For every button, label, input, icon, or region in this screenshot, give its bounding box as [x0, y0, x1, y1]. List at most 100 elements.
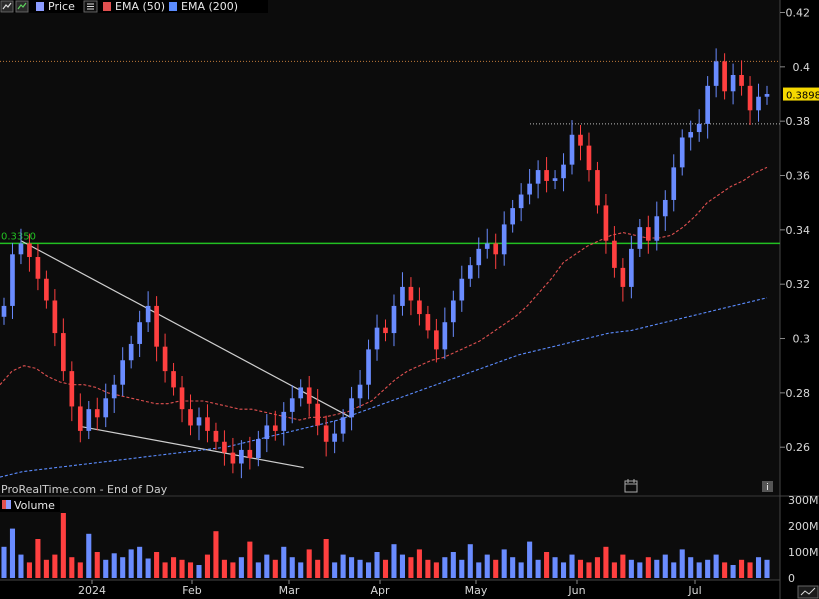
candle-body[interactable] [357, 384, 363, 399]
volume-bar[interactable] [162, 562, 168, 578]
candle-body[interactable] [145, 305, 151, 323]
candle-body[interactable] [332, 433, 337, 442]
volume-bar[interactable] [332, 562, 338, 578]
volume-bar[interactable] [645, 557, 651, 578]
candle-body[interactable] [603, 205, 609, 241]
volume-bar[interactable] [374, 552, 380, 578]
candle-body[interactable] [442, 322, 448, 350]
ema50-legend-label[interactable]: EMA (50) [115, 0, 165, 13]
candle-body[interactable] [569, 134, 575, 165]
volume-bar[interactable] [722, 562, 728, 578]
candle-body[interactable] [679, 137, 685, 168]
candle-body[interactable] [425, 314, 431, 331]
volume-bar[interactable] [510, 557, 516, 578]
volume-bar[interactable] [518, 562, 524, 578]
volume-bar[interactable] [433, 562, 439, 578]
volume-bar[interactable] [52, 554, 58, 578]
volume-bar[interactable] [527, 541, 533, 578]
volume-bar[interactable] [755, 557, 762, 578]
volume-bar[interactable] [493, 559, 499, 578]
candle-body[interactable] [535, 170, 541, 184]
candle-body[interactable] [154, 305, 159, 347]
candle-body[interactable] [247, 449, 253, 459]
candle-body[interactable] [764, 94, 770, 97]
volume-bar[interactable] [467, 544, 473, 578]
candle-body[interactable] [18, 243, 24, 255]
volume-bar[interactable] [323, 539, 329, 578]
candle-body[interactable] [688, 132, 694, 138]
volume-bar[interactable] [103, 559, 109, 578]
candle-body[interactable] [77, 406, 83, 431]
volume-bar[interactable] [179, 559, 185, 578]
candle-body[interactable] [467, 265, 473, 279]
volume-bar[interactable] [247, 541, 253, 578]
candle-body[interactable] [196, 417, 202, 426]
ema200-legend-label[interactable]: EMA (200) [181, 0, 238, 13]
candle-body[interactable] [374, 327, 380, 350]
candle-body[interactable] [620, 267, 626, 287]
volume-bar[interactable] [145, 558, 151, 579]
volume-bar[interactable] [459, 559, 465, 578]
candle-body[interactable] [400, 286, 405, 306]
refresh-icon[interactable] [15, 0, 29, 13]
volume-bar[interactable] [730, 565, 736, 578]
volume-bar[interactable] [230, 562, 236, 578]
volume-bar[interactable] [620, 554, 626, 578]
volume-bar[interactable] [171, 557, 177, 578]
volume-bar[interactable] [213, 531, 219, 578]
volume-bar[interactable] [69, 557, 75, 578]
candle-body[interactable] [61, 333, 66, 372]
candle-body[interactable] [544, 170, 549, 181]
candle-body[interactable] [35, 257, 41, 279]
candle-body[interactable] [315, 403, 321, 426]
volume-bar[interactable] [544, 552, 550, 578]
volume-bar[interactable] [204, 554, 211, 578]
candle-body[interactable] [561, 164, 566, 179]
candle-body[interactable] [552, 178, 558, 181]
candle-body[interactable] [281, 411, 287, 431]
info-icon[interactable]: i [762, 481, 773, 493]
volume-bar[interactable] [594, 557, 600, 578]
volume-bar[interactable] [43, 559, 49, 578]
candle-body[interactable] [256, 439, 261, 459]
volume-bar[interactable] [289, 557, 295, 578]
candle-body[interactable] [417, 300, 422, 315]
volume-bar[interactable] [128, 549, 134, 578]
volume-bar[interactable] [35, 539, 41, 578]
candle-body[interactable] [662, 199, 668, 217]
volume-bar[interactable] [637, 562, 643, 578]
candle-body[interactable] [188, 409, 193, 426]
volume-bar[interactable] [77, 562, 83, 578]
volume-bar[interactable] [408, 557, 414, 578]
candle-body[interactable] [459, 278, 465, 301]
price-legend-label[interactable]: Price [48, 0, 75, 13]
candle-body[interactable] [586, 145, 592, 171]
volume-bar[interactable] [94, 552, 100, 578]
volume-bar[interactable] [281, 546, 287, 578]
candle-body[interactable] [111, 384, 117, 399]
candle-body[interactable] [137, 322, 142, 344]
volume-bar[interactable] [688, 557, 694, 578]
volume-bar[interactable] [560, 562, 567, 578]
candle-body[interactable] [239, 449, 244, 464]
candle-body[interactable] [289, 398, 295, 412]
candle-body[interactable] [637, 227, 643, 249]
volume-bar[interactable] [611, 562, 617, 578]
volume-bar[interactable] [154, 552, 160, 578]
volume-bar[interactable] [187, 562, 194, 578]
candle-body[interactable] [205, 417, 210, 431]
candle-body[interactable] [527, 183, 532, 195]
volume-bar[interactable] [450, 552, 456, 578]
candle-body[interactable] [722, 61, 727, 92]
volume-bar[interactable] [272, 559, 278, 578]
settings-icon[interactable] [0, 0, 14, 13]
candle-body[interactable] [408, 286, 414, 301]
candle-body[interactable] [272, 425, 278, 431]
volume-bar[interactable] [713, 554, 719, 578]
candle-body[interactable] [705, 85, 710, 124]
candle-body[interactable] [713, 61, 719, 86]
candle-body[interactable] [612, 240, 617, 268]
candle-body[interactable] [264, 425, 270, 440]
zoom-icon[interactable] [797, 585, 819, 599]
volume-bar[interactable] [586, 562, 592, 578]
